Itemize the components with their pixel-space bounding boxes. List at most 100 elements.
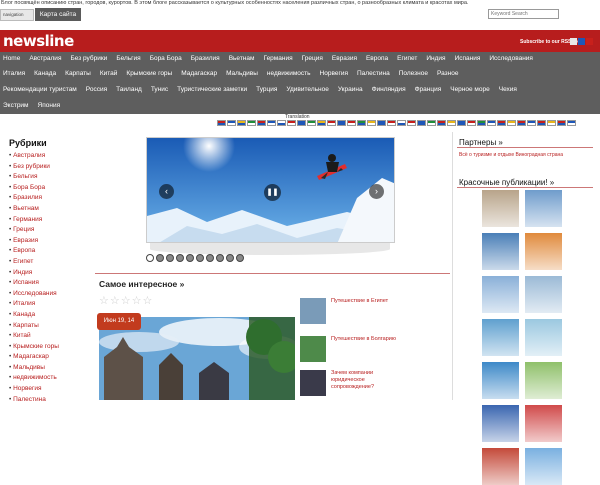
star-icon[interactable]: ☆	[121, 296, 131, 307]
related-post[interactable]: Зачем компании юридическое сопровождение…	[300, 370, 401, 396]
language-flag-icon[interactable]	[537, 120, 546, 126]
language-flag-icon[interactable]	[407, 120, 416, 126]
gallery-thumbnail[interactable]	[482, 405, 519, 442]
gallery-thumbnail[interactable]	[525, 319, 562, 356]
language-flag-icon[interactable]	[397, 120, 406, 126]
related-post-title[interactable]: Зачем компании юридическое сопровождение…	[331, 370, 401, 396]
slider-dot[interactable]	[196, 254, 204, 262]
language-flag-icon[interactable]	[527, 120, 536, 126]
rubric-link[interactable]: Европа	[9, 246, 93, 257]
rubric-link[interactable]: Китай	[9, 331, 93, 342]
language-flag-icon[interactable]	[237, 120, 246, 126]
sitemap-button[interactable]: Карта сайта	[35, 8, 81, 21]
slider-dot[interactable]	[176, 254, 184, 262]
nav-item[interactable]: Евразия	[332, 55, 357, 62]
nav-item[interactable]: Китай	[100, 70, 118, 77]
language-flag-icon[interactable]	[457, 120, 466, 126]
nav-item[interactable]: Россия	[86, 86, 107, 93]
nav-item[interactable]: Чехия	[499, 86, 517, 93]
gallery-thumbnail[interactable]	[482, 448, 519, 485]
partners-title[interactable]: Партнеры »	[459, 138, 503, 147]
gallery-thumbnail[interactable]	[525, 362, 562, 399]
language-flag-icon[interactable]	[557, 120, 566, 126]
nav-item[interactable]: Исследования	[489, 55, 533, 62]
rubric-link[interactable]: Канада	[9, 310, 93, 321]
language-flag-icon[interactable]	[377, 120, 386, 126]
rubric-link[interactable]: недвижимость	[9, 373, 93, 384]
rubric-link[interactable]: Мальдивы	[9, 363, 93, 374]
language-flag-icon[interactable]	[547, 120, 556, 126]
language-flag-icon[interactable]	[467, 120, 476, 126]
rubric-link[interactable]: Без рубрики	[9, 162, 93, 173]
slider-dot[interactable]	[216, 254, 224, 262]
rubric-link[interactable]: Бельгия	[9, 172, 93, 183]
navigation-dropdown[interactable]: navigation	[0, 9, 34, 21]
language-flag-icon[interactable]	[337, 120, 346, 126]
rubric-link[interactable]: Карпаты	[9, 321, 93, 332]
nav-item[interactable]: Италия	[3, 70, 25, 77]
language-flag-icon[interactable]	[507, 120, 516, 126]
language-flag-icon[interactable]	[327, 120, 336, 126]
nav-item[interactable]: Палестина	[357, 70, 390, 77]
nav-item[interactable]: Финляндия	[372, 86, 406, 93]
nav-item[interactable]: Германия	[263, 55, 292, 62]
slider-next-button[interactable]: ›	[369, 184, 384, 199]
language-flag-icon[interactable]	[447, 120, 456, 126]
nav-item[interactable]: Франция	[415, 86, 442, 93]
rubric-link[interactable]: Италия	[9, 299, 93, 310]
language-flag-icon[interactable]	[497, 120, 506, 126]
nav-item[interactable]: Черное море	[450, 86, 490, 93]
rubric-link[interactable]: Евразия	[9, 236, 93, 247]
gallery-thumbnail[interactable]	[525, 233, 562, 270]
rubric-link[interactable]: Мадагаскар	[9, 352, 93, 363]
nav-item[interactable]: Мадагаскар	[181, 70, 217, 77]
gallery-thumbnail[interactable]	[525, 405, 562, 442]
partner-links[interactable]: Всё о туризме и отдыхе Виноградная стран…	[459, 152, 563, 158]
social-icon[interactable]	[570, 38, 577, 45]
nav-item[interactable]: Европа	[366, 55, 388, 62]
rubric-link[interactable]: Египет	[9, 257, 93, 268]
slider-dot[interactable]	[186, 254, 194, 262]
social-icon[interactable]	[578, 38, 585, 45]
nav-item[interactable]: Индия	[426, 55, 445, 62]
rubric-link[interactable]: Индия	[9, 268, 93, 279]
nav-item[interactable]: Таиланд	[116, 86, 142, 93]
nav-item[interactable]: Норвегия	[320, 70, 348, 77]
language-flag-icon[interactable]	[307, 120, 316, 126]
nav-item[interactable]: Греция	[302, 55, 323, 62]
rubric-link[interactable]: Испания	[9, 278, 93, 289]
slider-dot[interactable]	[226, 254, 234, 262]
related-post-thumbnail[interactable]	[300, 370, 326, 396]
language-flag-icon[interactable]	[477, 120, 486, 126]
nav-item[interactable]: Крымские горы	[126, 70, 172, 77]
language-flag-icon[interactable]	[367, 120, 376, 126]
nav-item[interactable]: Карпаты	[65, 70, 91, 77]
language-flag-icon[interactable]	[267, 120, 276, 126]
related-post-thumbnail[interactable]	[300, 336, 326, 362]
nav-item[interactable]: Удивительное	[286, 86, 328, 93]
star-icon[interactable]: ☆	[132, 296, 142, 307]
gallery-thumbnail[interactable]	[482, 190, 519, 227]
slider-dot[interactable]	[236, 254, 244, 262]
nav-item[interactable]: Вьетнам	[229, 55, 255, 62]
social-icon[interactable]	[586, 38, 593, 45]
slider-dot[interactable]	[166, 254, 174, 262]
nav-item[interactable]: Австралия	[29, 55, 61, 62]
slider-dot[interactable]	[206, 254, 214, 262]
related-post[interactable]: Путешествие в Болгарию	[300, 336, 401, 362]
related-post-thumbnail[interactable]	[300, 298, 326, 324]
language-flag-icon[interactable]	[437, 120, 446, 126]
rubric-link[interactable]: Греция	[9, 225, 93, 236]
language-flag-icon[interactable]	[517, 120, 526, 126]
nav-item[interactable]: Home	[3, 55, 20, 62]
nav-item[interactable]: Рекомендации туристам	[3, 86, 77, 93]
language-flag-icon[interactable]	[257, 120, 266, 126]
rubric-link[interactable]: Вьетнам	[9, 204, 93, 215]
nav-item[interactable]: Полезное	[399, 70, 428, 77]
nav-item[interactable]: Япония	[38, 102, 61, 109]
nav-item[interactable]: Украина	[338, 86, 363, 93]
image-slider[interactable]: ‹ ❚❚ ›	[146, 137, 395, 243]
related-post-title[interactable]: Путешествие в Египет	[331, 298, 401, 324]
star-icon[interactable]: ☆	[143, 296, 153, 307]
nav-item[interactable]: Бора Бора	[150, 55, 182, 62]
